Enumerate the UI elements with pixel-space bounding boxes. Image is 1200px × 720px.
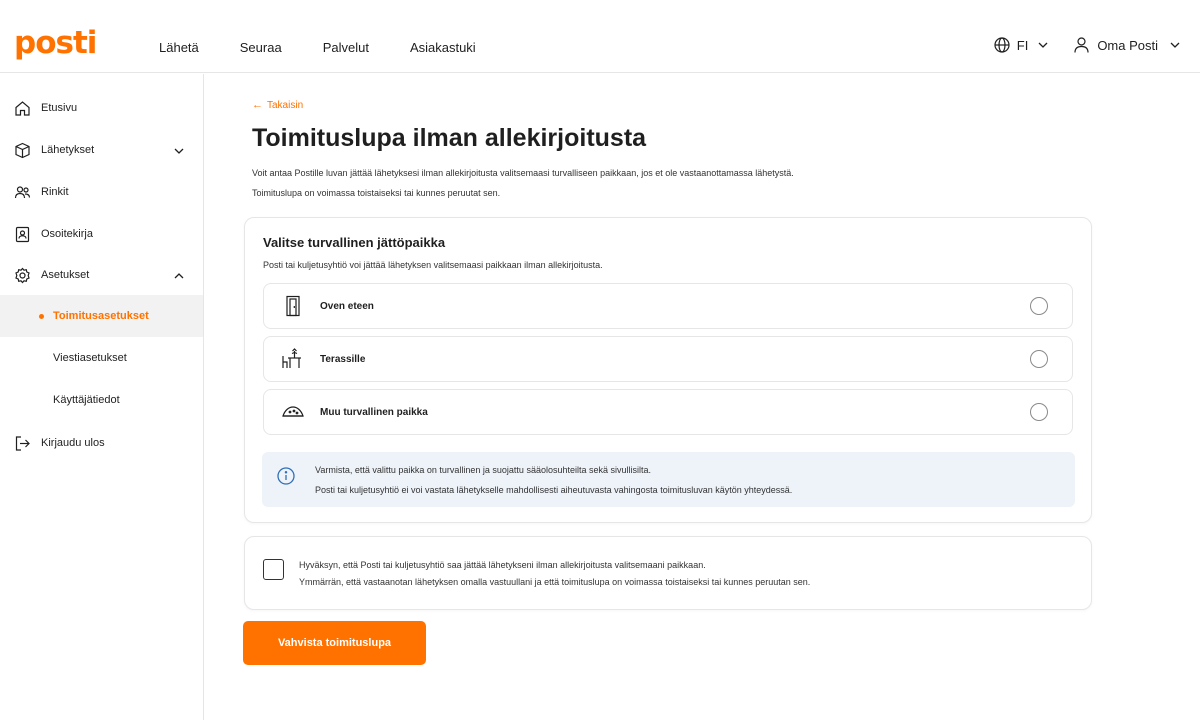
option-oven-eteen[interactable]: Oven eteen [263,283,1073,329]
place-selection-card: Valitse turvallinen jättöpaikka Posti ta… [244,217,1092,523]
chevron-up-icon [174,273,184,279]
option-muu-turvallinen-paikka[interactable]: Muu turvallinen paikka [263,389,1073,435]
top-header: posti Lähetä Seuraa Palvelut Asiakastuki… [0,0,1200,73]
sidebar-item-label: Osoitekirja [41,228,93,240]
sidebar-item-osoitekirja[interactable]: Osoitekirja [0,214,203,254]
info-icon [277,467,295,485]
nav-item-seuraa[interactable]: Seuraa [240,40,282,55]
sidebar-item-label: Viestiasetukset [53,352,127,364]
page-description-validity: Toimituslupa on voimassa toistaiseksi ta… [252,188,501,198]
sidebar-item-lahetykset[interactable]: Lähetykset [0,130,203,170]
header-actions: FI Oma Posti [994,37,1180,53]
logout-icon [15,436,30,451]
sidebar-item-label: Etusivu [41,102,78,114]
card-title: Valitse turvallinen jättöpaikka [263,235,446,250]
posti-logo[interactable]: posti [14,28,97,59]
page-description: Voit antaa Postille luvan jättää lähetyk… [252,168,794,178]
chevron-down-icon [174,148,184,154]
user-icon [1074,37,1089,53]
sidebar-item-label: Rinkit [41,186,69,198]
language-selector[interactable]: FI [994,37,1049,53]
home-icon [15,101,30,116]
sidebar-item-kayttajatiedot[interactable]: Käyttäjätiedot [0,380,203,420]
info-text-line1: Varmista, että valittu paikka on turvall… [315,465,652,475]
sidebar-item-viestiasetukset[interactable]: Viestiasetukset [0,338,203,378]
nav-item-palvelut[interactable]: Palvelut [323,40,369,55]
globe-icon [994,37,1010,53]
radio-button[interactable] [1030,350,1048,368]
sidebar-item-toimitusasetukset[interactable]: Toimitusasetukset [0,295,203,337]
sidebar-item-label: Käyttäjätiedot [53,394,120,406]
page-title: Toimituslupa ilman allekirjoitusta [252,124,647,152]
confirm-button[interactable]: Vahvista toimituslupa [243,621,426,665]
sidebar-item-label: Toimitusasetukset [53,310,149,322]
back-label: Takaisin [267,99,304,111]
consent-text-line2: Ymmärrän, että vastaanotan lähetyksen om… [299,577,811,587]
sidebar-item-label: Asetukset [41,269,90,281]
sidebar: Etusivu Lähetykset Rinkit Osoitekirja As… [0,74,204,720]
option-label: Oven eteen [320,301,374,312]
option-label: Terassille [320,354,366,365]
gear-icon [15,267,30,284]
sidebar-item-kirjaudu-ulos[interactable]: Kirjaudu ulos [0,423,203,463]
contact-book-icon [15,226,30,243]
other-place-icon [282,406,304,417]
option-terassille[interactable]: Terassille [263,336,1073,382]
sidebar-item-asetukset[interactable]: Asetukset [0,255,203,295]
door-icon [286,295,300,317]
account-menu[interactable]: Oma Posti [1074,37,1180,53]
people-icon [14,186,31,199]
language-label: FI [1016,37,1029,53]
nav-item-asiakastuki[interactable]: Asiakastuki [410,40,476,55]
nav-item-laheta[interactable]: Lähetä [159,40,199,55]
account-label: Oma Posti [1097,37,1158,53]
back-link[interactable]: ← Takaisin [252,99,303,111]
radio-button[interactable] [1030,297,1048,315]
sidebar-item-rinkit[interactable]: Rinkit [0,172,203,212]
package-icon [15,142,30,159]
arrow-left-icon: ← [252,99,263,111]
main-nav: Lähetä Seuraa Palvelut Asiakastuki [159,40,517,55]
info-text-line2: Posti tai kuljetusyhtiö ei voi vastata l… [315,485,793,495]
chevron-down-icon [1038,42,1048,48]
sidebar-item-etusivu[interactable]: Etusivu [0,88,203,128]
consent-checkbox[interactable] [263,559,284,580]
consent-card: Hyväksyn, että Posti tai kuljetusyhtiö s… [244,536,1092,610]
radio-button[interactable] [1030,403,1048,421]
consent-text-line1: Hyväksyn, että Posti tai kuljetusyhtiö s… [299,560,706,570]
info-notice: Varmista, että valittu paikka on turvall… [262,452,1075,507]
terrace-icon [282,348,301,368]
option-label: Muu turvallinen paikka [320,407,428,418]
sidebar-item-label: Lähetykset [41,144,95,156]
sidebar-item-label: Kirjaudu ulos [41,437,105,449]
active-indicator [39,314,44,319]
chevron-down-icon [1170,42,1180,48]
card-subtitle: Posti tai kuljetusyhtiö voi jättää lähet… [263,260,603,270]
